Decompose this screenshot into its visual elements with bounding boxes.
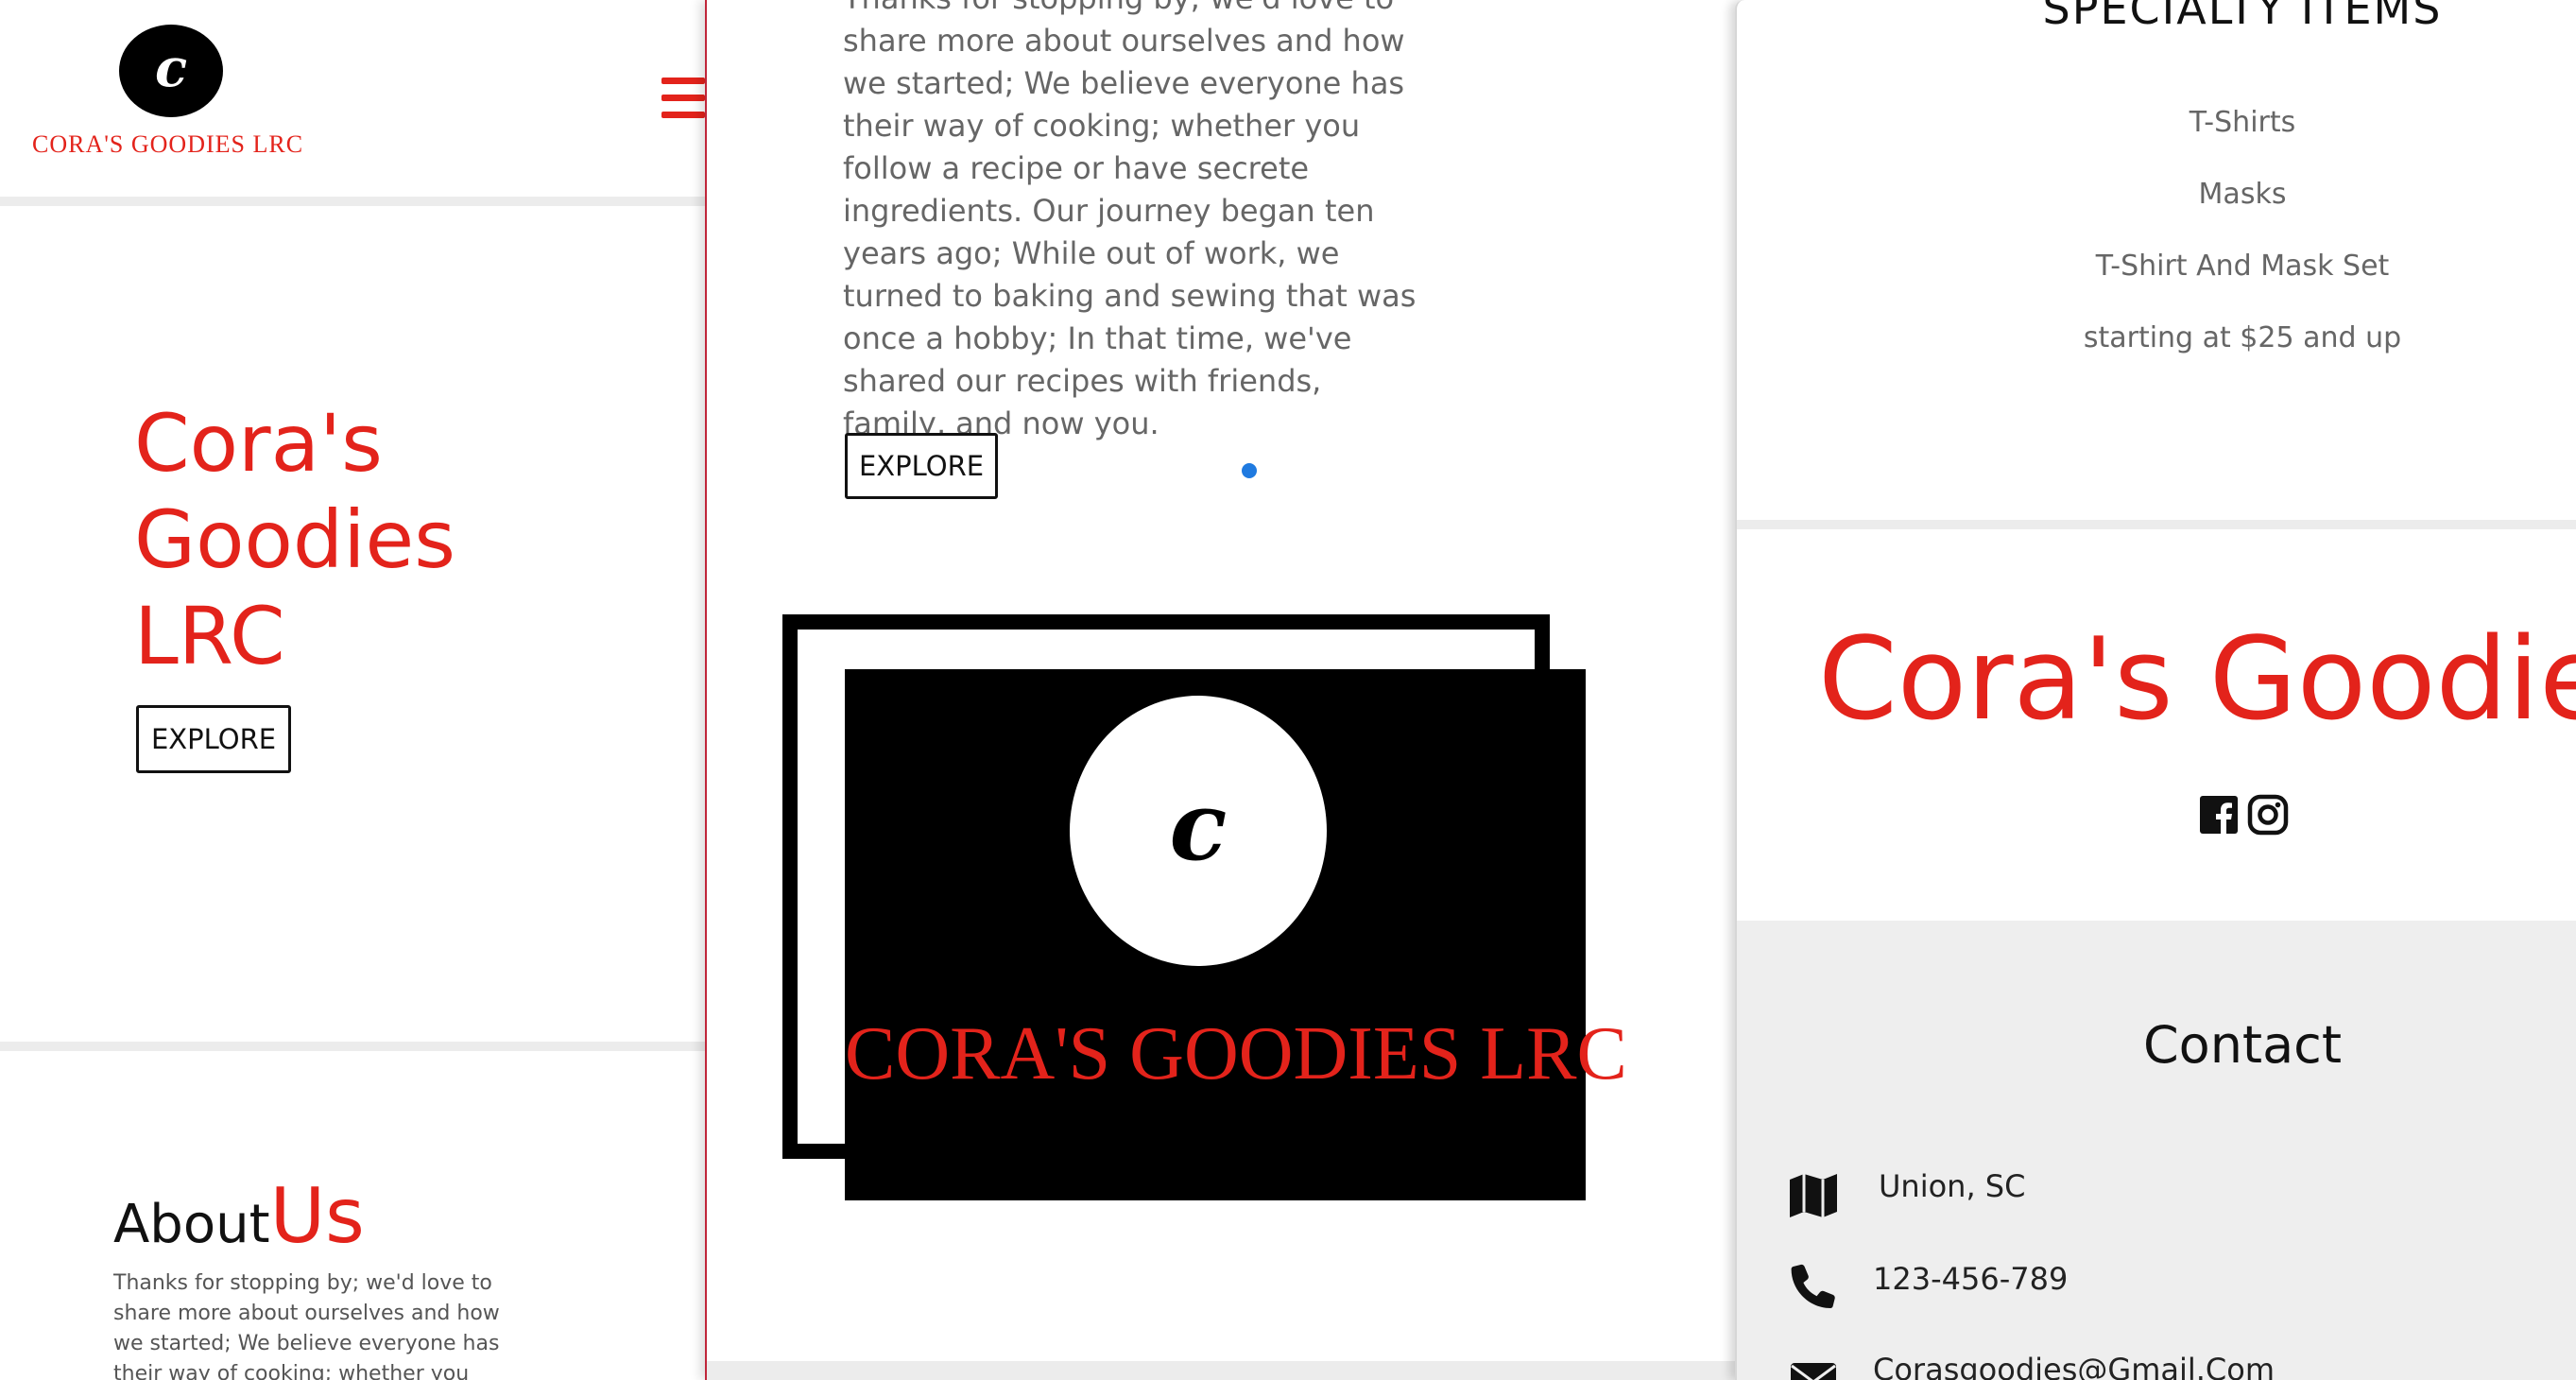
facebook-icon[interactable] [2198,794,2240,836]
instagram-icon[interactable] [2247,794,2289,836]
specialty-item: T-Shirts [2189,106,2296,139]
map-icon [1788,1172,1839,1219]
hamburger-menu-icon[interactable] [661,78,705,121]
logo-card-text: CORA'S GOODIES LRC [845,1012,1627,1095]
right-page-panel: SPECIALTY ITEMS T-Shirts Masks T-Shirt A… [1735,0,2576,1380]
explore-button[interactable]: EXPLORE [136,705,291,773]
section-divider [0,197,705,206]
specialty-price: starting at $25 and up [2083,321,2402,354]
logo-circle[interactable]: c [119,25,223,117]
explore-button[interactable]: EXPLORE [845,433,998,499]
hero-title: Cora's Goodies LRC [134,395,531,684]
contact-phone: 123-456-789 [1873,1261,2069,1297]
about-body-text: Thanks for stopping by; we'd love to sha… [843,0,1417,441]
section-divider [0,1042,705,1051]
about-text: Thanks for stopping by; we'd love to sha… [113,1271,500,1380]
contact-location: Union, SC [1879,1168,2026,1204]
contact-section [1737,921,2576,1380]
left-page-panel: c CORA'S GOODIES LRC Cora's Goodies LRC … [0,0,705,1380]
hero-title-line: Goodies [134,493,455,586]
envelope-icon [1790,1361,1841,1380]
logo-text[interactable]: CORA'S GOODIES LRC [32,130,303,159]
hero-title-line: LRC [134,590,285,682]
brand-name: Cora's Goodies [1818,614,2576,746]
specialty-item: Masks [2198,178,2287,211]
hero-title-line: Cora's [134,397,383,490]
about-heading-word: About [113,1194,270,1255]
middle-page-panel: Thanks for stopping by; we'd love to sha… [705,0,1737,1380]
specialty-title: SPECIALTY ITEMS [2042,0,2443,34]
site-header: c CORA'S GOODIES LRC [0,0,705,197]
specialty-item: T-Shirt And Mask Set [2095,250,2390,283]
about-heading: AboutUs [113,1172,365,1260]
contact-title: Contact [2142,1015,2343,1075]
cursor-dot [1242,463,1257,478]
section-divider [707,1361,1737,1380]
about-heading-accent: Us [269,1172,365,1260]
logo-card-circle: c [1070,696,1327,966]
section-divider [1737,520,2576,529]
phone-icon [1790,1263,1841,1310]
contact-email[interactable]: Corasgoodies@Gmail.Com [1873,1352,2275,1380]
